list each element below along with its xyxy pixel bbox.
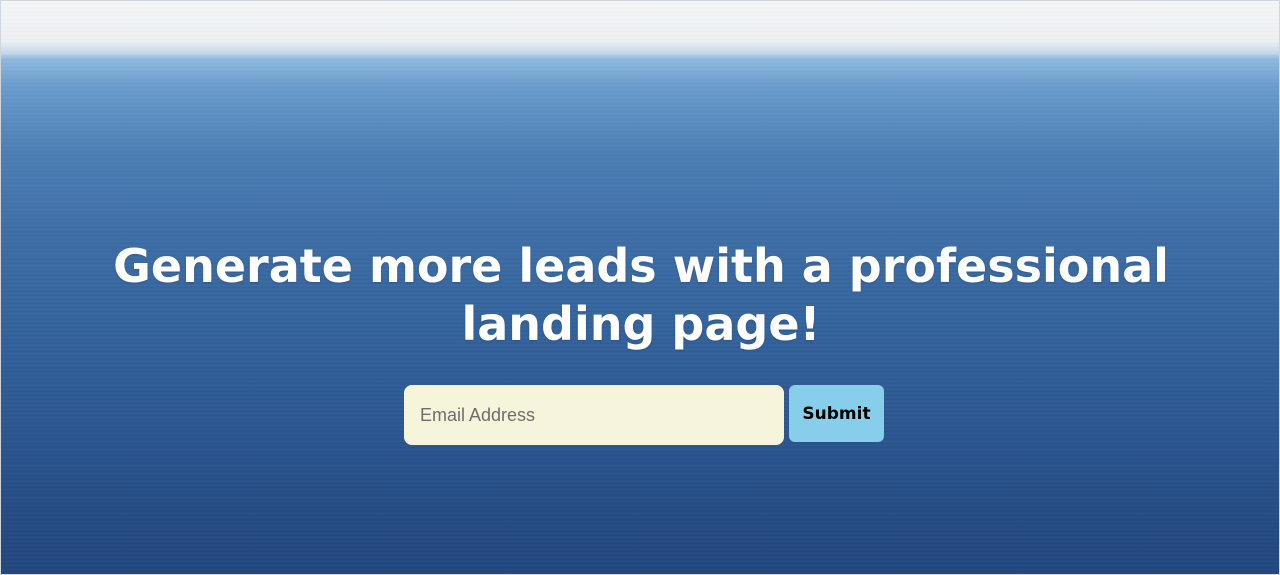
hero-headline: Generate more leads with a professional … [113,239,1169,351]
lead-capture-form: Submit [404,385,884,445]
hero-section: Generate more leads with a professional … [0,0,1280,575]
email-input[interactable] [404,385,784,445]
submit-button[interactable]: Submit [789,385,884,442]
